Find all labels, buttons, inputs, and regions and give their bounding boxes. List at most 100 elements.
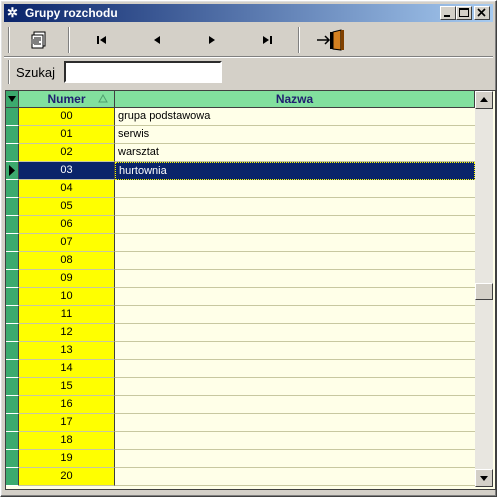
report-button[interactable] (12, 27, 66, 53)
cell-nazwa[interactable] (115, 234, 475, 252)
cell-nazwa[interactable]: hurtownia (115, 162, 475, 180)
scroll-up-button[interactable] (475, 91, 493, 109)
cell-nazwa[interactable] (115, 414, 475, 432)
table-row[interactable]: 19 (6, 450, 475, 468)
table-row[interactable]: 10 (6, 288, 475, 306)
cell-numer[interactable]: 13 (19, 342, 115, 360)
table-row[interactable]: 17 (6, 414, 475, 432)
row-indicator[interactable] (6, 288, 19, 306)
vertical-scrollbar[interactable] (475, 91, 493, 487)
cell-nazwa[interactable] (115, 216, 475, 234)
cell-numer[interactable]: 05 (19, 198, 115, 216)
cell-nazwa[interactable] (115, 324, 475, 342)
cell-numer[interactable]: 12 (19, 324, 115, 342)
cell-nazwa[interactable] (115, 396, 475, 414)
cell-numer[interactable]: 19 (19, 450, 115, 468)
row-indicator[interactable] (6, 216, 19, 234)
cell-numer[interactable]: 00 (19, 108, 115, 126)
table-row[interactable]: 12 (6, 324, 475, 342)
table-row[interactable]: 03 hurtownia (6, 162, 475, 180)
first-record-button[interactable] (75, 27, 129, 53)
column-header-numer[interactable]: Numer (19, 91, 115, 108)
cell-nazwa[interactable]: warsztat (115, 144, 475, 162)
table-row[interactable]: 01 serwis (6, 126, 475, 144)
cell-nazwa[interactable] (115, 306, 475, 324)
prior-record-button[interactable] (130, 27, 184, 53)
row-indicator[interactable] (6, 324, 19, 342)
table-row[interactable]: 18 (6, 432, 475, 450)
exit-button[interactable] (304, 27, 358, 53)
row-indicator[interactable] (6, 396, 19, 414)
table-row[interactable]: 09 (6, 270, 475, 288)
header-indicator-cell[interactable] (6, 91, 19, 108)
next-record-button[interactable] (185, 27, 239, 53)
close-button[interactable] (474, 6, 490, 20)
cell-nazwa[interactable] (115, 378, 475, 396)
table-row[interactable]: 05 (6, 198, 475, 216)
cell-nazwa[interactable] (115, 360, 475, 378)
cell-nazwa[interactable] (115, 252, 475, 270)
cell-numer[interactable]: 06 (19, 216, 115, 234)
cell-numer[interactable]: 20 (19, 468, 115, 486)
cell-numer[interactable]: 17 (19, 414, 115, 432)
cell-numer[interactable]: 14 (19, 360, 115, 378)
cell-numer[interactable]: 15 (19, 378, 115, 396)
cell-nazwa[interactable] (115, 468, 475, 486)
table-row[interactable]: 08 (6, 252, 475, 270)
title-bar[interactable]: ✲ Grupy rozchodu (4, 4, 493, 22)
cell-nazwa[interactable] (115, 270, 475, 288)
table-row[interactable]: 00 grupa podstawowa (6, 108, 475, 126)
search-input[interactable] (64, 61, 222, 83)
maximize-button[interactable] (456, 6, 472, 20)
cell-numer[interactable]: 03 (19, 162, 115, 180)
cell-numer[interactable]: 10 (19, 288, 115, 306)
row-indicator[interactable] (6, 306, 19, 324)
row-indicator[interactable] (6, 342, 19, 360)
minimize-button[interactable] (440, 6, 456, 20)
cell-nazwa[interactable] (115, 180, 475, 198)
cell-numer[interactable]: 18 (19, 432, 115, 450)
table-row[interactable]: 06 (6, 216, 475, 234)
table-row[interactable]: 15 (6, 378, 475, 396)
cell-numer[interactable]: 08 (19, 252, 115, 270)
table-row[interactable]: 16 (6, 396, 475, 414)
row-indicator[interactable] (6, 126, 19, 144)
row-indicator[interactable] (6, 378, 19, 396)
row-indicator[interactable] (6, 414, 19, 432)
cell-nazwa[interactable] (115, 198, 475, 216)
row-indicator[interactable] (6, 270, 19, 288)
row-indicator[interactable] (6, 360, 19, 378)
row-indicator[interactable] (6, 432, 19, 450)
row-indicator[interactable] (6, 234, 19, 252)
cell-nazwa[interactable] (115, 450, 475, 468)
cell-numer[interactable]: 16 (19, 396, 115, 414)
table-row[interactable]: 20 (6, 468, 475, 486)
scroll-thumb[interactable] (475, 283, 493, 300)
table-row[interactable]: 13 (6, 342, 475, 360)
column-header-nazwa[interactable]: Nazwa (115, 91, 475, 108)
cell-numer[interactable]: 04 (19, 180, 115, 198)
cell-nazwa[interactable] (115, 342, 475, 360)
row-indicator[interactable] (6, 450, 19, 468)
cell-nazwa[interactable]: serwis (115, 126, 475, 144)
cell-nazwa[interactable] (115, 432, 475, 450)
table-row[interactable]: 04 (6, 180, 475, 198)
table-row[interactable]: 14 (6, 360, 475, 378)
table-row[interactable]: 02 warsztat (6, 144, 475, 162)
cell-numer[interactable]: 02 (19, 144, 115, 162)
row-indicator[interactable] (6, 144, 19, 162)
scroll-down-button[interactable] (475, 469, 493, 487)
cell-numer[interactable]: 01 (19, 126, 115, 144)
row-indicator[interactable] (6, 108, 19, 126)
cell-numer[interactable]: 11 (19, 306, 115, 324)
row-indicator[interactable] (6, 180, 19, 198)
table-row[interactable]: 11 (6, 306, 475, 324)
cell-numer[interactable]: 09 (19, 270, 115, 288)
row-indicator[interactable] (6, 162, 19, 180)
cell-numer[interactable]: 07 (19, 234, 115, 252)
table-row[interactable]: 07 (6, 234, 475, 252)
last-record-button[interactable] (240, 27, 294, 53)
row-indicator[interactable] (6, 198, 19, 216)
cell-nazwa[interactable] (115, 288, 475, 306)
row-indicator[interactable] (6, 252, 19, 270)
